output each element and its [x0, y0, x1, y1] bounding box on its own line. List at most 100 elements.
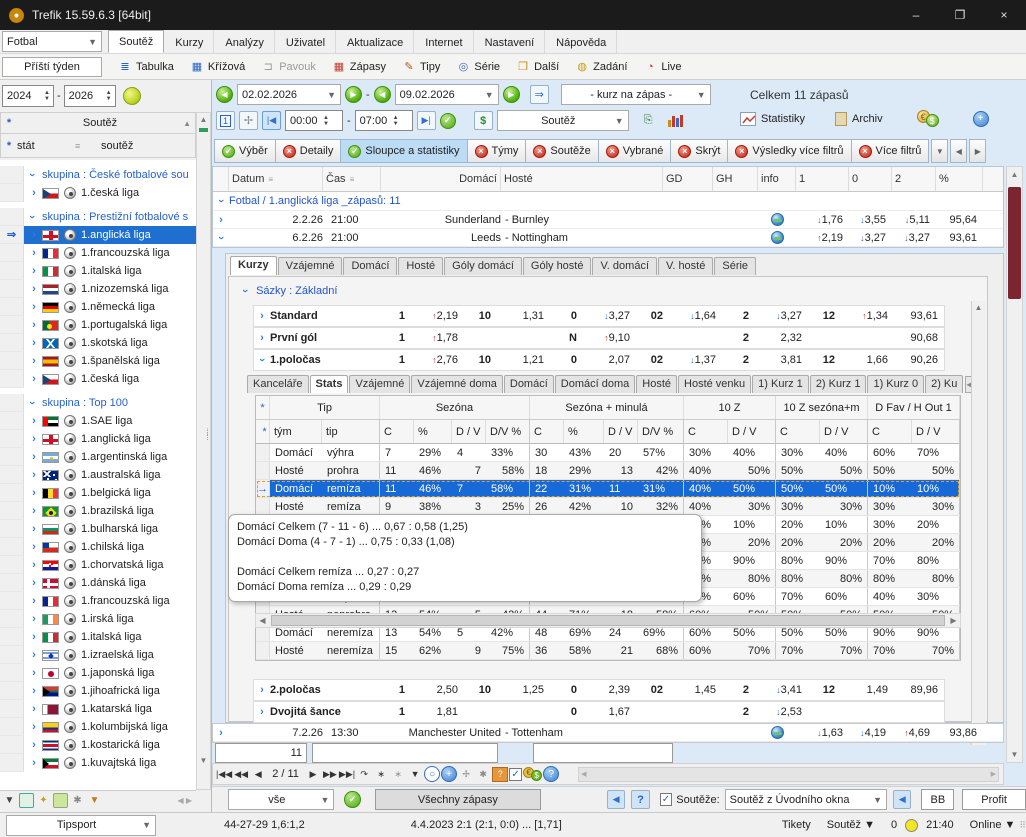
- expand-icon[interactable]: ›: [256, 352, 268, 368]
- detail-scrollbar[interactable]: ▲ ▼: [971, 301, 986, 745]
- bottom-hscrollbar[interactable]: ◀▶: [578, 767, 999, 782]
- collapse-icon[interactable]: ›: [26, 395, 38, 411]
- year-from-spinner[interactable]: 2024▲▼: [2, 85, 54, 107]
- expand-icon[interactable]: ›: [213, 214, 229, 226]
- expand-icon[interactable]: ›: [254, 706, 270, 718]
- date2-next-icon[interactable]: ▶: [503, 86, 520, 103]
- expand-icon[interactable]: ›: [213, 727, 229, 739]
- move-all-icon[interactable]: ✢: [458, 766, 474, 782]
- stats-subcol[interactable]: D/V %: [486, 420, 530, 443]
- expand-icon[interactable]: ›: [26, 649, 42, 661]
- expand-icon[interactable]: ›: [26, 757, 42, 769]
- league-item[interactable]: ›1.kuvajtská liga: [0, 754, 196, 772]
- odds-row-prvngl[interactable]: ›První gól1↑1,78N↑9,1022,3290,68: [253, 327, 945, 349]
- sort-lines-icon[interactable]: ≡: [75, 141, 101, 151]
- expand-icon[interactable]: ›: [26, 373, 42, 385]
- period-button[interactable]: Příští týden: [2, 57, 102, 77]
- odds-row-2poloas[interactable]: ›2.poločas12,50101,2502,39021,452↓3,4112…: [253, 679, 945, 701]
- detail-tab-vzjemn[interactable]: Vzájemné: [278, 257, 343, 275]
- detail-tab-host[interactable]: Hosté: [398, 257, 443, 275]
- match-row[interactable]: ›7.2.2613:30Manchester United- Tottenham…: [213, 724, 1003, 742]
- window-split-icon[interactable]: [19, 793, 34, 808]
- stats-tab-hostvenku[interactable]: Hosté venku: [678, 375, 751, 393]
- bookmaker-select[interactable]: Tipsport▼: [6, 815, 156, 836]
- expand-icon[interactable]: ›: [26, 469, 42, 481]
- expand-icon[interactable]: ›: [26, 355, 42, 367]
- skip-end-icon[interactable]: ▶|: [417, 111, 436, 130]
- magic-wand-icon[interactable]: ✦: [36, 793, 51, 808]
- league-item[interactable]: ›1.irská liga: [0, 610, 196, 628]
- expand-icon[interactable]: ›: [26, 247, 42, 259]
- detail-tab-kurzy[interactable]: Kurzy: [230, 256, 277, 275]
- magnifier-icon[interactable]: ○: [424, 766, 440, 782]
- league-item[interactable]: ›1.kolumbijská liga: [0, 718, 196, 736]
- move-icon[interactable]: ✢: [239, 111, 258, 130]
- scroll-up-icon[interactable]: ▲: [197, 113, 210, 126]
- sort-asc-icon[interactable]: ▲: [183, 119, 195, 128]
- detail-tab-srie[interactable]: Série: [714, 257, 756, 275]
- stats-tab-stats[interactable]: Stats: [310, 375, 349, 393]
- stats-subcol[interactable]: D / V: [820, 420, 868, 443]
- league-group-header[interactable]: ›skupina : Top 100: [0, 394, 196, 412]
- confirm-time-icon[interactable]: ✓: [440, 113, 456, 129]
- expand-icon[interactable]: ›: [26, 319, 42, 331]
- filter-button-skrt[interactable]: ×Skrýt: [670, 139, 727, 163]
- stats-row[interactable]: Hosténeremíza1562%975%3658%2168%60%70%70…: [256, 642, 960, 660]
- time-to-spinner[interactable]: 07:00▲▼: [355, 110, 413, 131]
- add-circle-icon[interactable]: +: [973, 111, 989, 127]
- expand-icon[interactable]: ›: [26, 685, 42, 697]
- stats-subcol[interactable]: D / V: [604, 420, 638, 443]
- back-arrow2-icon[interactable]: ◀: [893, 790, 911, 809]
- column-soutez[interactable]: soutěž: [101, 140, 133, 152]
- year-to-spinner[interactable]: 2026▲▼: [64, 85, 116, 107]
- expand-icon[interactable]: ›: [26, 301, 42, 313]
- scroll-up-icon[interactable]: ▲: [1008, 168, 1021, 181]
- gear-icon[interactable]: ✱: [70, 793, 85, 808]
- spinner-arrows-icon[interactable]: ▲▼: [103, 90, 115, 102]
- stats-colgroup-10zseznam[interactable]: 10 Z sezóna+m: [776, 396, 868, 419]
- splitter-handle[interactable]: [199, 128, 208, 132]
- grid-export-icon[interactable]: ⎘: [639, 111, 658, 130]
- expand-icon[interactable]: ›: [26, 721, 42, 733]
- column-header-0[interactable]: 0: [849, 167, 892, 191]
- league-group-header[interactable]: ›skupina : České fotbalové sou: [0, 166, 196, 184]
- league-item[interactable]: ›1.česká liga: [0, 370, 196, 388]
- filter-funnel-icon[interactable]: ▼: [2, 793, 17, 808]
- column-header-[interactable]: %: [936, 167, 983, 191]
- filter-star-icon[interactable]: *: [1, 140, 17, 152]
- stats-tab-vzjemndoma[interactable]: Vzájemné doma: [411, 375, 503, 393]
- column-header-datum[interactable]: Datum≡: [229, 167, 323, 191]
- nav-last-icon[interactable]: ▶▶|: [339, 766, 355, 782]
- column-header-as[interactable]: Čas≡: [323, 167, 381, 191]
- toolbar-entry-database-button[interactable]: ◍Zadání: [567, 56, 635, 78]
- toolbar-tips-pencil-button[interactable]: ✎Tipy: [394, 56, 448, 78]
- toolbar-live-button[interactable]: ◔Live: [635, 56, 689, 78]
- stats-tab-2ku[interactable]: 2) Ku: [925, 375, 963, 393]
- sport-select[interactable]: Fotbal ▼: [2, 31, 102, 52]
- filter-button-vcefiltr[interactable]: ×Více filtrů: [851, 139, 930, 163]
- menu-tab-uivatel[interactable]: Uživatel: [275, 30, 336, 53]
- column-header-domc[interactable]: Domácí: [381, 167, 501, 191]
- vse-select[interactable]: vše▼: [228, 789, 334, 810]
- collapse-icon[interactable]: ›: [215, 193, 227, 209]
- stats-tab-1kurz1[interactable]: 1) Kurz 1: [752, 375, 809, 393]
- expand-icon[interactable]: ›: [26, 505, 42, 517]
- scroll-right-icon[interactable]: ▶: [969, 139, 986, 163]
- all-matches-button[interactable]: Všechny zápasy: [375, 789, 541, 810]
- league-item[interactable]: ›1.francouzská liga: [0, 592, 196, 610]
- scroll-right-icon[interactable]: ▶: [947, 614, 960, 627]
- league-item[interactable]: ›1.německá liga: [0, 298, 196, 316]
- stats-colgroup-10z[interactable]: 10 Z: [684, 396, 776, 419]
- odds-row-1poloas[interactable]: ›1.poločas1↑2,76101,2102,0702↓1,3723,811…: [253, 349, 945, 371]
- league-item[interactable]: ›1.španělská liga: [0, 352, 196, 370]
- kurz-select[interactable]: - kurz na zápas -▼: [561, 84, 711, 105]
- filter-star-icon[interactable]: *: [256, 396, 270, 419]
- profit-button[interactable]: Profit: [962, 789, 1026, 810]
- expand-icon[interactable]: ›: [26, 283, 42, 295]
- league-item[interactable]: ›1.dánská liga: [0, 574, 196, 592]
- spinner-arrows-icon[interactable]: ▲▼: [41, 90, 53, 102]
- menu-tab-npovda[interactable]: Nápověda: [545, 30, 617, 53]
- date2-prev-icon[interactable]: ◀: [374, 86, 391, 103]
- expand-icon[interactable]: ›: [254, 310, 270, 322]
- menu-tab-analzy[interactable]: Analýzy: [214, 30, 275, 53]
